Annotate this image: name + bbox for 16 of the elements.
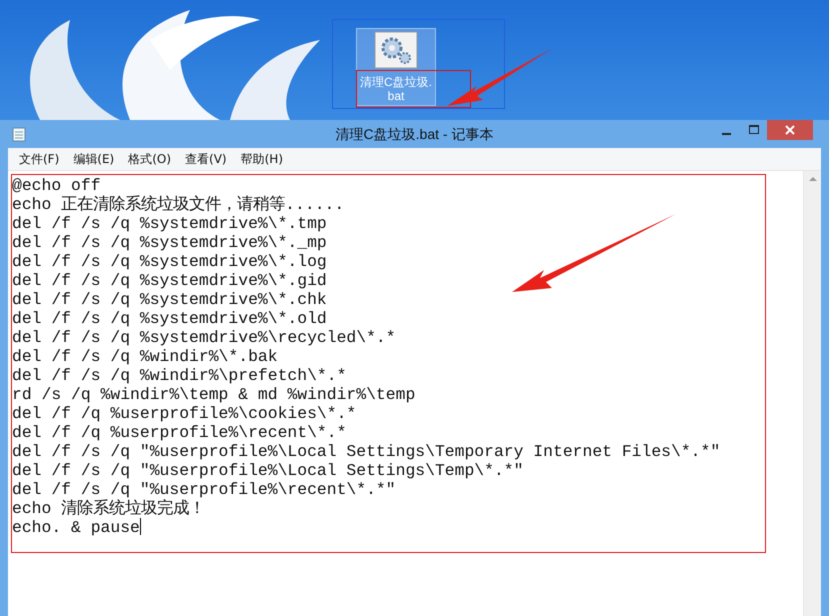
menu-item[interactable]: 帮助(H) [234, 150, 290, 168]
close-button[interactable] [767, 120, 813, 140]
menu-item[interactable]: 编辑(E) [66, 150, 122, 168]
menu-item[interactable]: 格式(O) [121, 150, 178, 168]
scroll-up-icon [808, 177, 816, 181]
text-area[interactable]: @echo off echo 正在清除系统垃圾文件，请稍等...... del /f /s /q %systemdrive%\*.tmp del /f /s /q %systemdrive%\*._mp del /f /s /q %systemdrive%\*.log del /f /s /q %systemdrive%\*.gid del /f /s /q %systemdrive%\*.chk del /f /s /q %systemdrive%\*.old del /f /s /q %systemdrive%\recycled\*.* del /f /s /q %windir%\*.bak del /f /s /q %windir%\prefetch\*.* rd /s /q %windir%\temp & md %windir%\temp del /f /q %userprofile%\cookies\*.* del /f /q %userprofile%\recent\*.* del /f /s /q "%userprofile%\Local Settings\Temporary Internet Files\*.*" del /f /s /q "%userprofile%\Local Settings\Temp\*.*" del /f /s /q "%userprofile%\recent\*.*" echo 清除系统垃圾完成！ echo. & pause [8, 171, 803, 616]
maximize-icon [748, 125, 758, 135]
window-title: 清理C盘垃圾.bat - 记事本 [334, 126, 494, 144]
notepad-icon [12, 126, 26, 142]
scrollbar[interactable] [803, 171, 821, 616]
minimize-icon [722, 133, 731, 135]
file-name: 清理C盘垃圾. bat [360, 75, 432, 103]
gear-file-icon [374, 31, 418, 69]
close-icon [785, 125, 795, 135]
menu-item[interactable]: 文件(F) [12, 150, 66, 168]
menu-item[interactable]: 查看(V) [178, 150, 234, 168]
